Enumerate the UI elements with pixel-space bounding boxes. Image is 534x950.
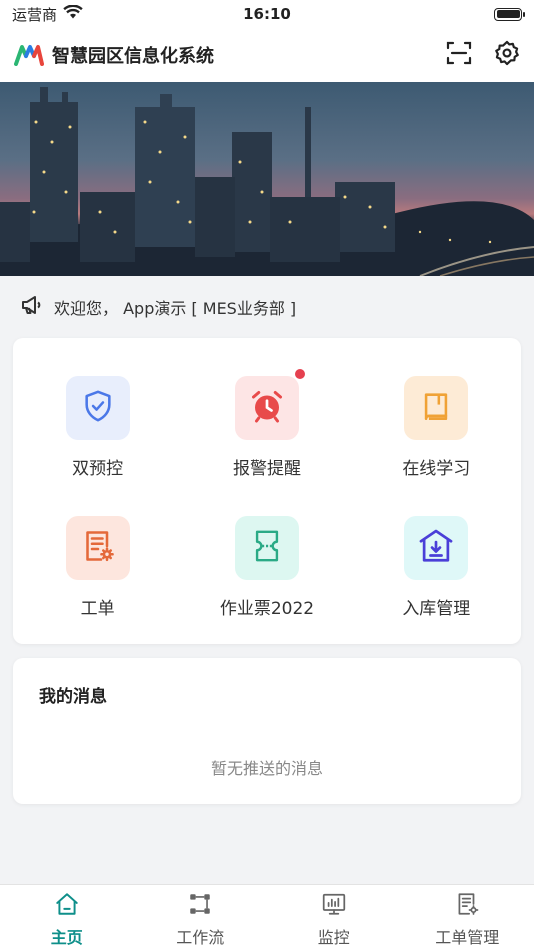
grid-item-alarm-reminder[interactable]: 报警提醒 bbox=[182, 360, 351, 500]
work-order-icon bbox=[80, 528, 116, 568]
grid-item-work-permit[interactable]: 作业票2022 bbox=[182, 500, 351, 640]
wifi-icon bbox=[63, 4, 83, 23]
grid-label: 入库管理 bbox=[402, 599, 471, 619]
tab-home[interactable]: 主页 bbox=[0, 885, 134, 950]
alarm-clock-icon bbox=[249, 388, 285, 428]
tab-workflow[interactable]: 工作流 bbox=[134, 885, 268, 950]
app-logo bbox=[14, 44, 44, 66]
warehouse-in-icon bbox=[417, 527, 455, 569]
scan-icon[interactable] bbox=[446, 40, 472, 70]
status-bar: 运营商 16:10 bbox=[0, 0, 534, 28]
grid-item-work-order[interactable]: 工单 bbox=[13, 500, 182, 640]
grid-item-dual-prevention[interactable]: 双预控 bbox=[13, 360, 182, 500]
grid-label: 工单 bbox=[80, 599, 115, 619]
home-icon bbox=[53, 891, 81, 921]
monitor-icon bbox=[320, 891, 348, 921]
notification-badge bbox=[294, 369, 305, 379]
tab-label: 工作流 bbox=[176, 928, 225, 947]
tab-label: 监控 bbox=[317, 928, 350, 947]
messages-title: 我的消息 bbox=[39, 687, 107, 707]
function-grid: 双预控 报警提醒 在线学习 工单 作业票2022 入库管理 bbox=[13, 338, 521, 644]
battery-icon bbox=[494, 7, 525, 21]
welcome-bar: 欢迎您， App演示 [ MES业务部 ] bbox=[0, 276, 534, 338]
work-order-manage-icon bbox=[454, 891, 480, 921]
tile-bg bbox=[404, 516, 469, 580]
tab-work-order-manage[interactable]: 工单管理 bbox=[401, 885, 534, 950]
tab-monitor[interactable]: 监控 bbox=[267, 885, 401, 950]
welcome-text: 欢迎您， App演示 [ MES业务部 ] bbox=[54, 299, 297, 318]
grid-item-warehouse-in[interactable]: 入库管理 bbox=[352, 500, 521, 640]
tab-label: 工单管理 bbox=[435, 928, 500, 947]
messages-card: 我的消息 暂无推送的消息 bbox=[13, 658, 521, 804]
tab-label: 主页 bbox=[50, 928, 83, 947]
carrier-label: 运营商 bbox=[12, 5, 58, 24]
messages-empty-text: 暂无推送的消息 bbox=[210, 759, 323, 778]
book-icon bbox=[419, 389, 453, 427]
settings-gear-icon[interactable] bbox=[494, 40, 520, 70]
grid-label: 作业票2022 bbox=[219, 599, 315, 619]
app-header: 智慧园区信息化系统 bbox=[0, 28, 534, 82]
banner-image bbox=[0, 82, 534, 276]
app-title: 智慧园区信息化系统 bbox=[52, 46, 214, 67]
tile-bg bbox=[404, 376, 469, 440]
status-left: 运营商 bbox=[12, 4, 83, 25]
tile-bg bbox=[234, 369, 305, 440]
ticket-icon bbox=[250, 529, 284, 567]
grid-label: 在线学习 bbox=[402, 459, 471, 479]
tile-bg bbox=[65, 516, 130, 580]
tile-bg bbox=[234, 516, 299, 580]
megaphone-icon bbox=[20, 293, 44, 321]
bottom-tabbar: 主页 工作流 监控 工单管理 bbox=[0, 884, 534, 950]
grid-item-online-learning[interactable]: 在线学习 bbox=[352, 360, 521, 500]
status-time: 16:10 bbox=[243, 5, 291, 23]
grid-label: 双预控 bbox=[72, 459, 124, 479]
shield-check-icon bbox=[81, 389, 115, 427]
workflow-icon bbox=[187, 891, 213, 921]
tile-bg bbox=[65, 376, 130, 440]
grid-label: 报警提醒 bbox=[232, 459, 301, 479]
